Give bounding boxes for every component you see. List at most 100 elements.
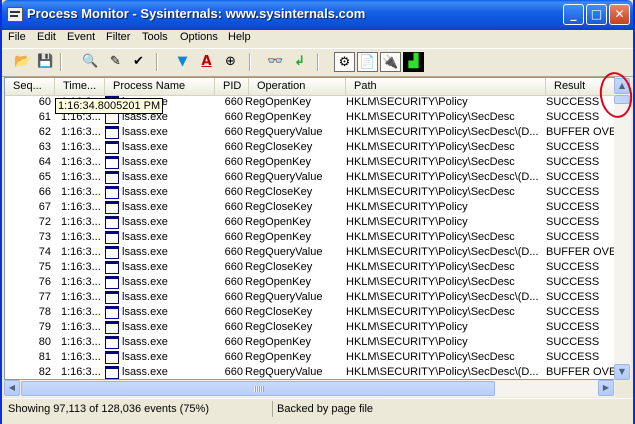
jump-icon[interactable]: ↲ xyxy=(289,52,310,72)
menu-tools[interactable]: Tools xyxy=(142,31,168,43)
cell-process-name: lsass.exe xyxy=(122,201,168,213)
table-row[interactable]: 81 1:16:3... lsass.exe 660 RegOpenKey HKLM\SE… xyxy=(5,350,614,365)
vertical-scrollbar[interactable]: ▲ ▼ xyxy=(614,78,631,380)
cell-sequence: 61 xyxy=(38,111,51,123)
binoculars-icon[interactable]: 👓 xyxy=(265,52,286,72)
cell-pid: 660 xyxy=(224,111,243,123)
menu-options[interactable]: Options xyxy=(180,31,218,43)
table-row[interactable]: 63 1:16:3... lsass.exe 660 RegCloseKey HKLM\S… xyxy=(5,140,614,155)
table-row[interactable]: 62 1:16:3... lsass.exe 660 RegQueryValue HKLM… xyxy=(5,125,614,140)
scroll-left-button[interactable]: ◀ xyxy=(4,380,20,396)
cell-pid: 660 xyxy=(224,261,243,273)
minimize-button[interactable]: _ xyxy=(563,4,584,25)
cell-sequence: 64 xyxy=(38,156,51,168)
cell-pid: 660 xyxy=(224,246,243,258)
table-row[interactable]: 65 1:16:3... lsass.exe 660 RegQueryValue HKLM… xyxy=(5,170,614,185)
cell-result: SUCCESS xyxy=(546,186,600,198)
target-icon[interactable]: ⊕ xyxy=(220,52,241,72)
open-icon[interactable]: 📂 xyxy=(12,52,33,72)
menu-event[interactable]: Event xyxy=(67,31,95,43)
highlight-icon[interactable]: ✎ xyxy=(105,52,126,72)
table-row[interactable]: 76 1:16:3... lsass.exe 660 RegOpenKey HKLM\SE… xyxy=(5,275,614,290)
menu-filter[interactable]: Filter xyxy=(106,31,130,43)
file-activity-icon[interactable]: 📄 xyxy=(357,52,378,72)
app-icon[interactable] xyxy=(7,7,23,22)
scroll-grip xyxy=(254,386,264,392)
process-icon xyxy=(105,126,119,139)
cell-process-name: lsass.exe xyxy=(122,216,168,228)
cell-sequence: 65 xyxy=(38,171,51,183)
table-row[interactable]: 78 1:16:3... lsass.exe 660 RegCloseKey HKLM\S… xyxy=(5,305,614,320)
cell-path: HKLM\SECURITY\Policy xyxy=(346,96,468,108)
filter-icon[interactable]: ▼ xyxy=(172,52,193,72)
table-row[interactable]: 72 1:16:3... lsass.exe 660 RegOpenKey HKLM\SE… xyxy=(5,215,614,230)
toolbar-separator xyxy=(317,53,319,71)
cell-result: SUCCESS xyxy=(546,321,600,333)
time-tooltip: 1:16:34.8005201 PM xyxy=(55,98,164,114)
col-sequence[interactable]: Seq... xyxy=(5,78,55,95)
cell-pid: 660 xyxy=(224,336,243,348)
cell-process-name: lsass.exe xyxy=(122,156,168,168)
cell-pid: 660 xyxy=(224,186,243,198)
scroll-down-button[interactable]: ▼ xyxy=(614,364,630,380)
find-icon[interactable]: 🔍 xyxy=(80,52,101,72)
horizontal-scroll-thumb[interactable] xyxy=(21,381,495,396)
cell-time: 1:16:3... xyxy=(61,126,101,138)
col-process[interactable]: Process Name xyxy=(105,78,215,95)
highlight-color-icon[interactable]: A xyxy=(196,52,217,72)
col-operation[interactable]: Operation xyxy=(249,78,346,95)
process-icon xyxy=(105,336,119,349)
col-time[interactable]: Time... xyxy=(55,78,105,95)
table-row[interactable]: 74 1:16:3... lsass.exe 660 RegQueryValue HKLM… xyxy=(5,245,615,260)
table-row[interactable]: 67 1:16:3... lsass.exe 660 RegCloseKey HKLM\S… xyxy=(5,200,614,215)
cell-result: SUCCESS xyxy=(546,231,600,243)
cell-sequence: 78 xyxy=(38,306,51,318)
menu-edit[interactable]: Edit xyxy=(37,31,56,43)
horizontal-scrollbar[interactable]: ◀ ▶ xyxy=(4,380,615,397)
menu-file[interactable]: File xyxy=(8,31,26,43)
cell-path: HKLM\SECURITY\Policy\SecDesc xyxy=(346,231,515,243)
process-icon xyxy=(105,261,119,274)
save-icon[interactable]: 💾 xyxy=(35,52,56,72)
bookmark-icon[interactable]: ✔ xyxy=(128,52,149,72)
process-icon xyxy=(105,141,119,154)
process-icon xyxy=(105,216,119,229)
table-row[interactable]: 82 1:16:3... lsass.exe 660 RegQueryValue HKLM… xyxy=(5,365,614,379)
table-row[interactable]: 77 1:16:3... lsass.exe 660 RegQueryValue HKLM… xyxy=(5,290,614,305)
cell-process-name: lsass.exe xyxy=(122,126,168,138)
event-list[interactable]: Seq... Time... Process Name PID Operatio… xyxy=(4,77,615,380)
cell-time: 1:16:3... xyxy=(61,186,101,198)
cell-path: HKLM\SECURITY\Policy xyxy=(346,321,468,333)
cell-path: HKLM\SECURITY\Policy\SecDesc xyxy=(346,351,515,363)
profiling-activity-icon[interactable]: ▟ xyxy=(403,52,424,72)
cell-path: HKLM\SECURITY\Policy\SecDesc\(D... xyxy=(346,291,539,303)
cell-pid: 660 xyxy=(224,156,243,168)
cell-operation: RegOpenKey xyxy=(245,351,312,363)
status-event-count: Showing 97,113 of 128,036 events (75%) xyxy=(8,403,209,415)
cell-time: 1:16:3... xyxy=(61,336,101,348)
network-activity-icon[interactable]: 🔌 xyxy=(380,52,401,72)
close-button[interactable]: ✕ xyxy=(609,4,630,25)
table-row[interactable]: 73 1:16:3... lsass.exe 660 RegOpenKey HKLM\SE… xyxy=(5,230,614,245)
table-row[interactable]: 75 1:16:3... lsass.exe 660 RegCloseKey HKLM\S… xyxy=(5,260,614,275)
table-row[interactable]: 64 1:16:3... lsass.exe 660 RegOpenKey HKLM\SE… xyxy=(5,155,614,170)
table-row[interactable]: 80 1:16:3... lsass.exe 660 RegOpenKey HKLM\SE… xyxy=(5,335,614,350)
registry-activity-icon[interactable]: ⚙ xyxy=(334,52,355,72)
cell-time: 1:16:3... xyxy=(61,306,101,318)
col-path[interactable]: Path xyxy=(346,78,546,95)
cell-operation: RegQueryValue xyxy=(245,366,323,378)
menu-help[interactable]: Help xyxy=(228,31,251,43)
table-row[interactable]: 66 1:16:3... lsass.exe 660 RegCloseKey HKLM\S… xyxy=(5,185,614,200)
cell-result: BUFFER OVEI xyxy=(546,246,615,258)
cell-path: HKLM\SECURITY\Policy\SecDesc xyxy=(346,141,515,153)
cell-pid: 660 xyxy=(224,126,243,138)
title-bar[interactable]: Process Monitor - Sysinternals: www.sysi… xyxy=(2,0,633,30)
col-pid[interactable]: PID xyxy=(215,78,249,95)
cell-time: 1:16:3... xyxy=(61,321,101,333)
cell-operation: RegQueryValue xyxy=(245,171,323,183)
cell-operation: RegCloseKey xyxy=(245,186,313,198)
cell-pid: 660 xyxy=(224,201,243,213)
table-row[interactable]: 79 1:16:3... lsass.exe 660 RegCloseKey HKLM\S… xyxy=(5,320,614,335)
scroll-right-button[interactable]: ▶ xyxy=(598,380,614,396)
maximize-button[interactable]: □ xyxy=(586,4,607,25)
